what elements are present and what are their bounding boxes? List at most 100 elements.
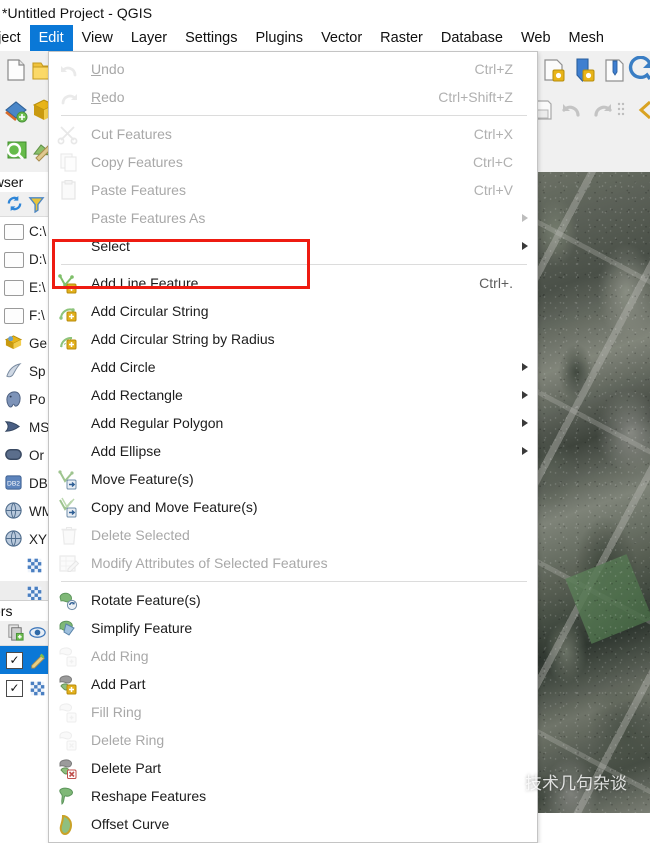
- menu-item-simplify-feature[interactable]: Simplify Feature: [49, 614, 537, 642]
- menubar-item-web[interactable]: Web: [512, 25, 560, 51]
- menu-item-paste-features-as[interactable]: Paste Features As: [49, 204, 537, 232]
- menu-item-delete-selected[interactable]: Delete Selected: [49, 521, 537, 549]
- menu-item-copy-and-move-feature-s[interactable]: Copy and Move Feature(s): [49, 493, 537, 521]
- menu-item-add-ellipse[interactable]: Add Ellipse: [49, 437, 537, 465]
- menubar-item-label: View: [81, 30, 113, 46]
- edit-menu-dropdown[interactable]: Undo Ctrl+Z Redo Ctrl+Shift+Z Cut Features Ct…: [48, 51, 538, 843]
- browser-item-sp[interactable]: Sp: [0, 357, 48, 385]
- layer-visibility-checkbox[interactable]: ✓: [6, 679, 23, 697]
- menu-item-undo[interactable]: Undo Ctrl+Z: [49, 55, 537, 83]
- new-geopackage-layer-icon[interactable]: [600, 56, 628, 84]
- browser-item-ge[interactable]: Ge: [0, 329, 48, 357]
- filter-legend-icon[interactable]: [28, 623, 47, 645]
- layer-list-item[interactable]: ✓: [0, 646, 48, 674]
- menu-item-add-line-feature[interactable]: Add Line Feature Ctrl+.: [49, 269, 537, 297]
- filter-funnel-icon[interactable]: [27, 194, 46, 216]
- browser-item-wm[interactable]: WM: [0, 497, 48, 525]
- zoom-full-icon[interactable]: [2, 136, 30, 164]
- menubar-item-mesh[interactable]: Mesh: [560, 25, 613, 51]
- menubar-item-layer[interactable]: Layer: [122, 25, 176, 51]
- layer-list-item[interactable]: ✓: [0, 674, 48, 702]
- menu-item-add-circular-string-by-radius[interactable]: Add Circular String by Radius: [49, 325, 537, 353]
- new-spatialite-layer-icon[interactable]: [570, 56, 598, 84]
- menu-item-rotate-feature-s[interactable]: Rotate Feature(s): [49, 586, 537, 614]
- new-project-icon[interactable]: [2, 56, 30, 84]
- menubar-item-plugins[interactable]: Plugins: [247, 25, 313, 51]
- map-canvas[interactable]: [536, 172, 650, 813]
- menu-item-paste-features[interactable]: Paste Features Ctrl+V: [49, 176, 537, 204]
- submenu-arrow-icon: [522, 242, 528, 250]
- menu-item-add-regular-polygon[interactable]: Add Regular Polygon: [49, 409, 537, 437]
- vertex-tool-icon[interactable]: [630, 96, 650, 124]
- add-part-icon: [57, 673, 81, 695]
- menubar-item-settings[interactable]: Settings: [176, 25, 246, 51]
- browser-item-tile-12[interactable]: [0, 553, 48, 581]
- qgis-main-window: *Untitled Project - QGIS oject Edit View La…: [0, 0, 650, 843]
- layers-panel-title: yers: [0, 603, 13, 619]
- menu-item-redo[interactable]: Redo Ctrl+Shift+Z: [49, 83, 537, 111]
- browser-item-ms[interactable]: MS: [0, 413, 48, 441]
- open-layer-styling-icon[interactable]: [6, 623, 25, 645]
- drag-handle-icon[interactable]: [616, 96, 626, 124]
- window-title: *Untitled Project - QGIS: [2, 4, 153, 21]
- svg-text:DB2: DB2: [7, 480, 20, 487]
- menu-item-cut-features[interactable]: Cut Features Ctrl+X: [49, 120, 537, 148]
- menubar-item-project[interactable]: oject: [0, 25, 30, 51]
- layer-visibility-checkbox[interactable]: ✓: [6, 651, 23, 669]
- menu-item-move-feature-s[interactable]: Move Feature(s): [49, 465, 537, 493]
- menu-item-modify-attributes-of-selected-features[interactable]: Modify Attributes of Selected Features: [49, 549, 537, 577]
- refresh-icon[interactable]: [5, 194, 24, 216]
- browser-item-d[interactable]: D:\: [0, 245, 48, 273]
- menubar-item-database[interactable]: Database: [432, 25, 512, 51]
- db2-icon: DB2: [4, 473, 24, 493]
- tile-layer-icon: [26, 557, 46, 577]
- layers-panel: yers ✓✓: [0, 600, 48, 814]
- menu-item-delete-part[interactable]: Delete Part: [49, 754, 537, 782]
- menu-item-add-part[interactable]: Add Part: [49, 670, 537, 698]
- menu-item-label: Reshape Features: [91, 788, 207, 804]
- menubar-item-vector[interactable]: Vector: [312, 25, 371, 51]
- wms-globe-icon: [4, 501, 24, 521]
- menubar-item-edit[interactable]: Edit: [29, 25, 73, 51]
- new-shapefile-layer-icon[interactable]: [540, 56, 568, 84]
- menu-bar[interactable]: oject Edit View Layer Settings Plugins Vector R…: [0, 25, 650, 51]
- undo-icon[interactable]: [558, 96, 586, 124]
- browser-item-xy[interactable]: XY: [0, 525, 48, 553]
- menu-item-label: Delete Selected: [91, 527, 190, 543]
- menu-item-delete-ring[interactable]: Delete Ring: [49, 726, 537, 754]
- menubar-item-label: Edit: [38, 30, 64, 46]
- geopackage-icon: [4, 333, 24, 353]
- scissors-icon: [57, 123, 81, 145]
- browser-item-db[interactable]: DB2 DB: [0, 469, 48, 497]
- no-icon: [57, 384, 81, 406]
- submenu-arrow-icon: [522, 363, 528, 371]
- menu-item-reshape-features[interactable]: Reshape Features: [49, 782, 537, 810]
- layers-list[interactable]: ✓ ✓: [0, 646, 48, 702]
- menu-item-fill-ring[interactable]: Fill Ring: [49, 698, 537, 726]
- menubar-item-view[interactable]: View: [73, 25, 122, 51]
- menu-item-add-rectangle[interactable]: Add Rectangle: [49, 381, 537, 409]
- menu-item-shortcut: Ctrl+.: [479, 275, 513, 291]
- menu-item-label: Add Line Feature: [91, 275, 199, 291]
- menu-item-add-circular-string[interactable]: Add Circular String: [49, 297, 537, 325]
- browser-item-label: C:\: [29, 223, 47, 239]
- rotate-feature-icon: [57, 589, 81, 611]
- browser-item-f[interactable]: F:\: [0, 301, 48, 329]
- browser-item-label: DB: [29, 475, 48, 491]
- pencil-table-icon: [57, 552, 81, 574]
- menubar-item-label: Plugins: [255, 30, 304, 46]
- menubar-item-raster[interactable]: Raster: [371, 25, 432, 51]
- menu-item-add-ring[interactable]: Add Ring: [49, 642, 537, 670]
- new-vector-layer-icon[interactable]: [2, 96, 30, 124]
- menu-item-select[interactable]: Select: [49, 232, 537, 260]
- browser-item-e[interactable]: E:\: [0, 273, 48, 301]
- add-layer-icon[interactable]: [628, 55, 650, 84]
- menu-item-copy-features[interactable]: Copy Features Ctrl+C: [49, 148, 537, 176]
- browser-item-or[interactable]: Or: [0, 441, 48, 469]
- browser-item-c[interactable]: C:\: [0, 217, 48, 245]
- menu-item-offset-curve[interactable]: Offset Curve: [49, 810, 537, 838]
- submenu-arrow-icon: [522, 447, 528, 455]
- redo-icon[interactable]: [588, 96, 616, 124]
- menu-item-add-circle[interactable]: Add Circle: [49, 353, 537, 381]
- browser-item-po[interactable]: Po: [0, 385, 48, 413]
